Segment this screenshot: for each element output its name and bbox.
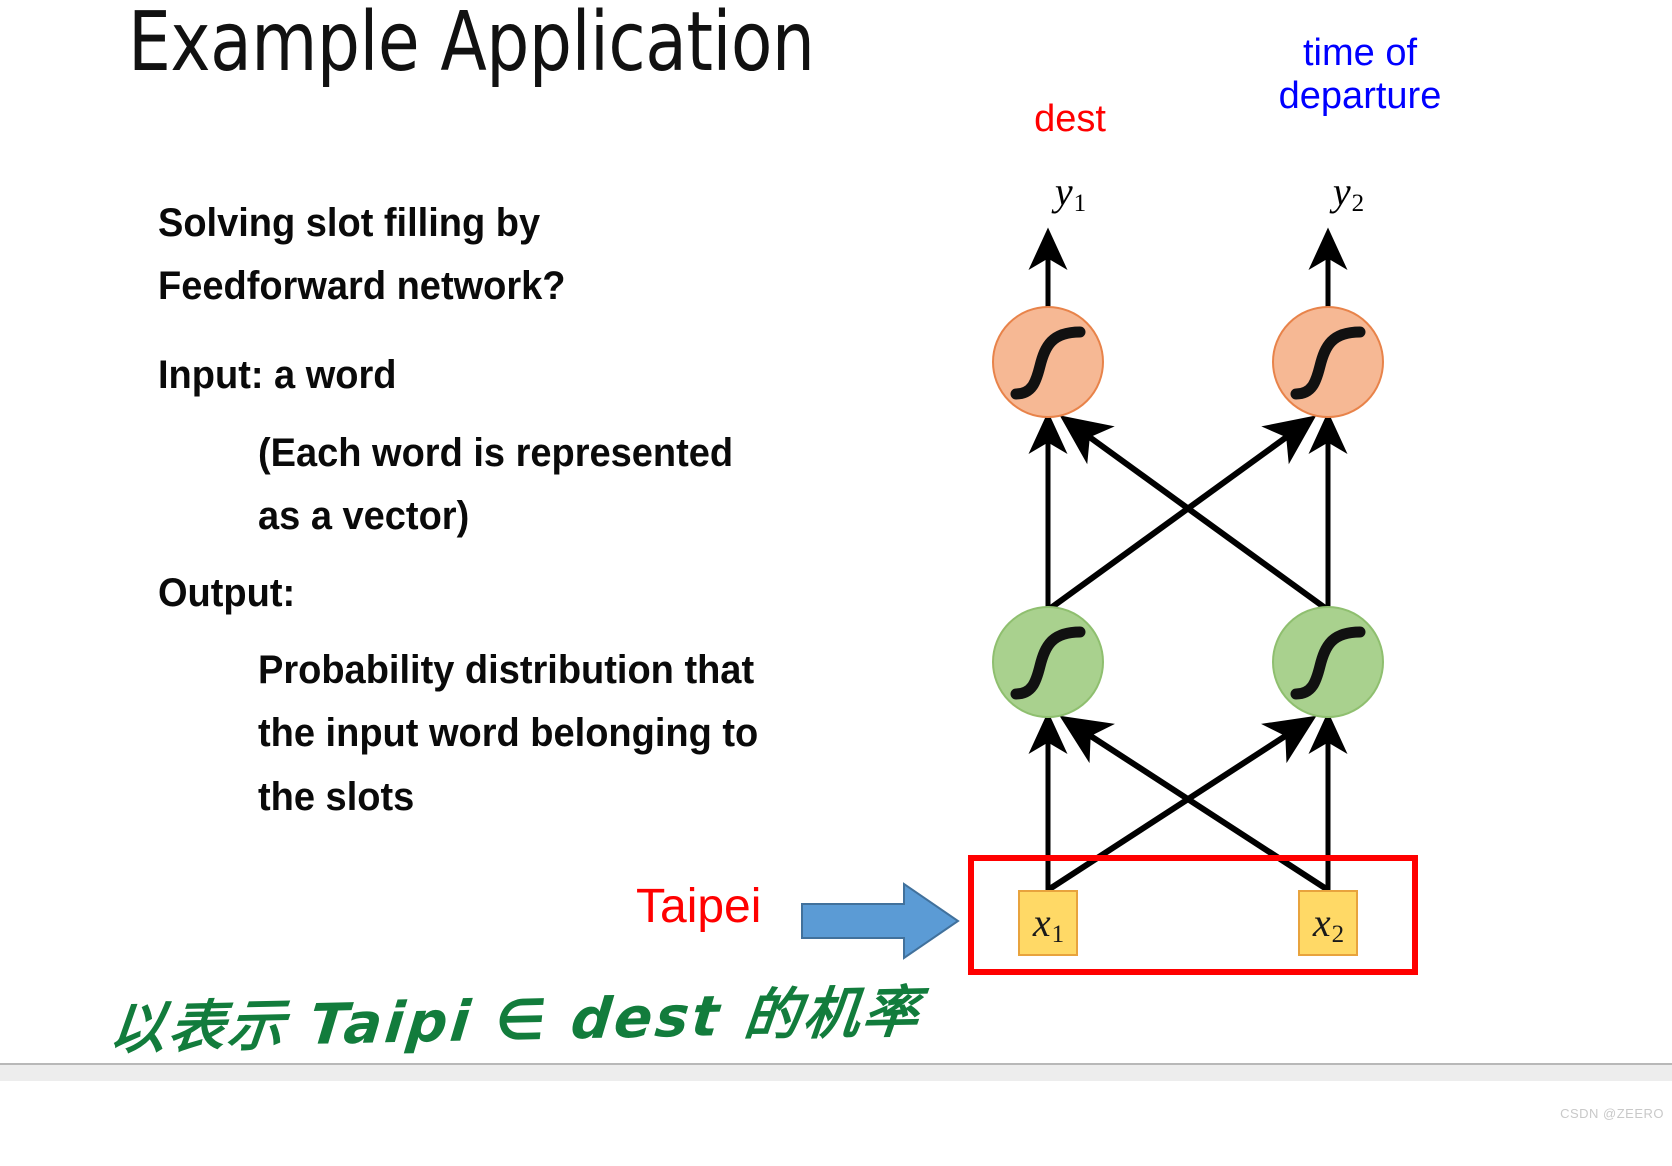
neuron-output-1: [992, 306, 1104, 418]
slide-canvas: Example Application Solving slot filling…: [0, 0, 1672, 1166]
input-label-x2: x2: [1312, 900, 1345, 948]
slide-bottom-area: [0, 1081, 1672, 1166]
paragraph-each-word-vector: (Each word is represented as a vector): [258, 430, 734, 538]
edge-h2-o1: [1059, 415, 1330, 613]
body-text-block: Solving slot filling by Feedforward netw…: [158, 192, 918, 829]
neuron-hidden-2: [1272, 606, 1384, 718]
network-svg: [992, 227, 1384, 893]
paragraph-solving-slot-filling: Solving slot filling by Feedforward netw…: [158, 201, 566, 309]
paragraph-output: Output:: [158, 570, 296, 615]
page-title: Example Application: [128, 0, 815, 90]
input-label-x1: x1: [1032, 900, 1065, 948]
slot-label-time-of-departure: time of departure: [1278, 32, 1442, 117]
handwritten-annotation: 以表示 Taipi ∈ dest 的机率: [106, 980, 926, 1063]
output-label-y1: y1: [1054, 169, 1087, 217]
neuron-output-2: [1272, 306, 1384, 418]
slot-label-dest: dest: [1034, 98, 1106, 140]
right-arrow-icon: [801, 882, 960, 960]
output-label-y2: y2: [1332, 169, 1365, 217]
input-box-x2: x2: [1298, 890, 1358, 956]
neural-network-diagram: dest time of departure y1 y2 x1 x2: [940, 10, 1560, 990]
input-box-x1: x1: [1018, 890, 1078, 956]
input-word-label: Taipei: [636, 880, 762, 933]
paragraph-probability-distribution: Probability distribution that the input …: [258, 648, 759, 819]
slide-bottom-divider: [0, 1063, 1672, 1083]
edge-h1-o2: [1046, 415, 1317, 613]
watermark: CSDN @ZEERO: [1560, 1106, 1664, 1121]
neuron-hidden-1: [992, 606, 1104, 718]
paragraph-input: Input: a word: [158, 353, 397, 398]
